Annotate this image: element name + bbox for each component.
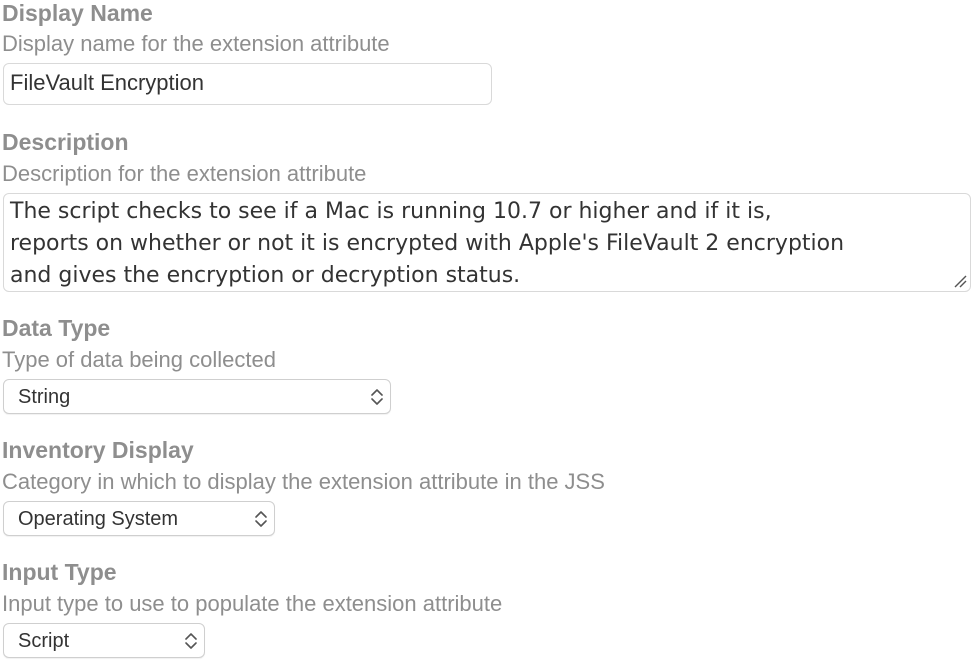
- inventory-display-select-value: Operating System: [18, 508, 179, 530]
- data-type-help: Type of data being collected: [2, 347, 276, 372]
- display-name-label: Display Name: [2, 0, 153, 26]
- description-label: Description: [2, 129, 129, 155]
- inventory-display-help: Category in which to display the extensi…: [2, 469, 605, 494]
- description-textarea[interactable]: The script checks to see if a Mac is run…: [3, 193, 971, 292]
- input-type-select-value: Script: [18, 630, 70, 652]
- description-line: reports on whether or not it is encrypte…: [10, 231, 845, 256]
- description-help: Description for the extension attribute: [2, 161, 367, 186]
- description-line: and gives the encryption or decryption s…: [10, 263, 521, 288]
- input-type-help: Input type to use to populate the extens…: [2, 591, 503, 616]
- chevron-up-down-icon: [185, 633, 197, 649]
- display-name-help: Display name for the extension attribute: [2, 31, 390, 56]
- data-type-select[interactable]: String: [3, 379, 391, 414]
- data-type-label: Data Type: [2, 315, 111, 341]
- data-type-select-value: String: [18, 386, 71, 408]
- inventory-display-label: Inventory Display: [2, 437, 194, 463]
- inventory-display-select[interactable]: Operating System: [3, 501, 275, 536]
- chevron-up-down-icon: [255, 511, 267, 527]
- input-type-select[interactable]: Script: [3, 623, 205, 658]
- input-type-label: Input Type: [2, 559, 117, 585]
- resize-grip-icon[interactable]: [953, 274, 967, 288]
- description-line: The script checks to see if a Mac is run…: [10, 199, 772, 224]
- display-name-field[interactable]: FileVault Encryption: [3, 63, 492, 105]
- chevron-up-down-icon: [371, 389, 383, 405]
